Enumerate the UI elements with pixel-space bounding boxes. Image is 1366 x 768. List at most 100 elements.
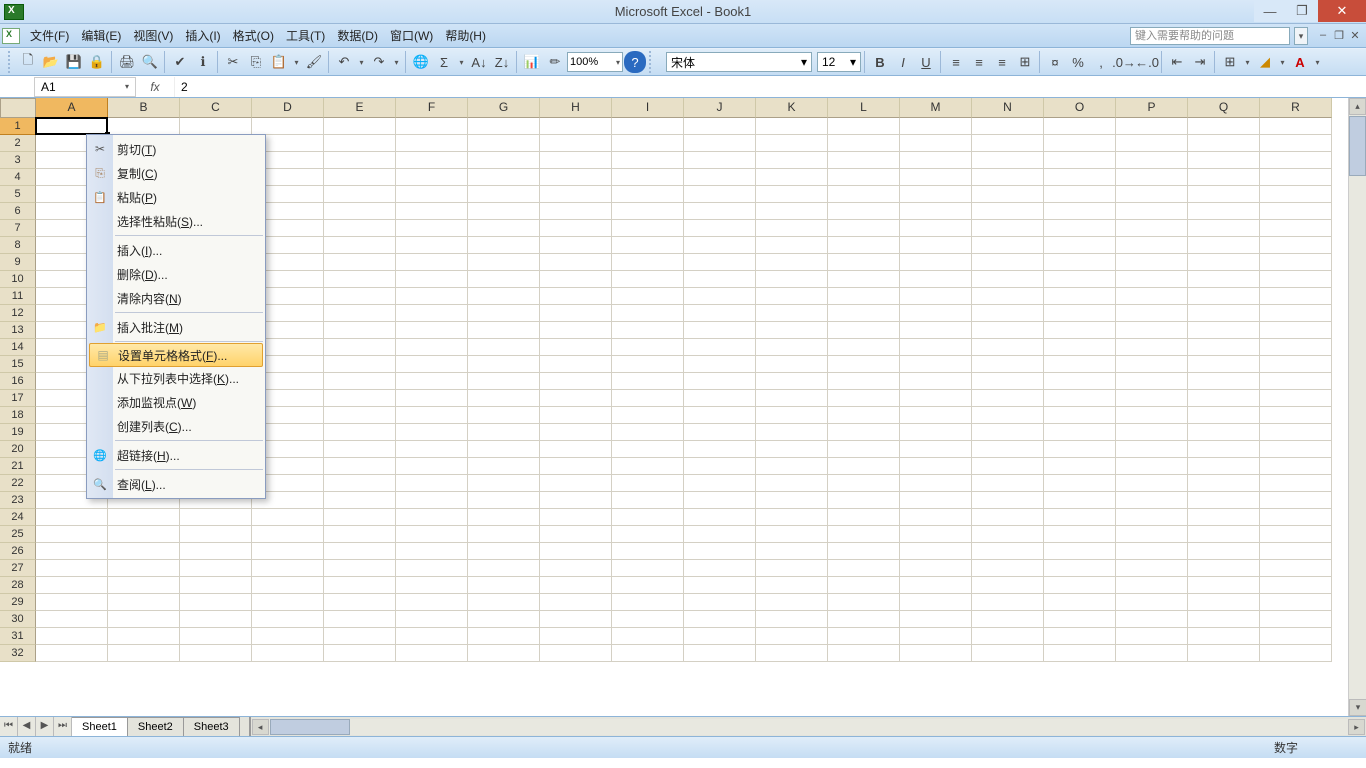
- cell[interactable]: [324, 220, 396, 237]
- cell[interactable]: [828, 628, 900, 645]
- cell[interactable]: [468, 356, 540, 373]
- cell[interactable]: [396, 543, 468, 560]
- cell[interactable]: [36, 560, 108, 577]
- sheet-nav-next[interactable]: ▶: [36, 717, 54, 736]
- cell[interactable]: [324, 186, 396, 203]
- cell[interactable]: [900, 628, 972, 645]
- row-header-25[interactable]: 25: [0, 526, 36, 543]
- cell[interactable]: [684, 305, 756, 322]
- cell[interactable]: [1044, 509, 1116, 526]
- cell[interactable]: [1116, 577, 1188, 594]
- cell[interactable]: [180, 645, 252, 662]
- cell[interactable]: [684, 577, 756, 594]
- cell[interactable]: [900, 526, 972, 543]
- cell[interactable]: [972, 169, 1044, 186]
- cell[interactable]: [900, 560, 972, 577]
- cell[interactable]: [180, 611, 252, 628]
- cell[interactable]: [1044, 203, 1116, 220]
- doc-restore-button[interactable]: ❐: [1332, 29, 1346, 43]
- row-header-28[interactable]: 28: [0, 577, 36, 594]
- cell[interactable]: [324, 305, 396, 322]
- menu-insert[interactable]: 插入(I): [179, 25, 226, 47]
- cell[interactable]: [612, 424, 684, 441]
- column-header-Q[interactable]: Q: [1188, 98, 1260, 118]
- cell[interactable]: [612, 356, 684, 373]
- cell[interactable]: [1188, 509, 1260, 526]
- cell[interactable]: [756, 441, 828, 458]
- cell[interactable]: [396, 339, 468, 356]
- cell[interactable]: [1044, 424, 1116, 441]
- cell[interactable]: [540, 577, 612, 594]
- cell[interactable]: [612, 118, 684, 135]
- hyperlink-button[interactable]: 🌐: [410, 51, 432, 73]
- cell[interactable]: [900, 611, 972, 628]
- row-header-6[interactable]: 6: [0, 203, 36, 220]
- increase-indent-button[interactable]: ⇥: [1189, 51, 1211, 73]
- cell[interactable]: [1260, 475, 1332, 492]
- cell[interactable]: [828, 339, 900, 356]
- doc-minimize-button[interactable]: –: [1316, 29, 1330, 43]
- cell[interactable]: [900, 254, 972, 271]
- cell[interactable]: [324, 271, 396, 288]
- cell[interactable]: [612, 577, 684, 594]
- cell[interactable]: [540, 441, 612, 458]
- cell[interactable]: [756, 390, 828, 407]
- help-search-dropdown[interactable]: ▾: [1294, 27, 1308, 45]
- autosum-dropdown[interactable]: ▾: [456, 58, 467, 67]
- cell[interactable]: [1260, 543, 1332, 560]
- cell[interactable]: [1188, 645, 1260, 662]
- cell[interactable]: [36, 577, 108, 594]
- cell[interactable]: [612, 441, 684, 458]
- cell[interactable]: [540, 237, 612, 254]
- cell[interactable]: [1188, 169, 1260, 186]
- cell[interactable]: [540, 203, 612, 220]
- cell[interactable]: [1044, 254, 1116, 271]
- cell[interactable]: [1044, 356, 1116, 373]
- formula-input[interactable]: 2: [174, 77, 1366, 97]
- cell[interactable]: [1188, 594, 1260, 611]
- cell[interactable]: [468, 475, 540, 492]
- cell[interactable]: [1260, 424, 1332, 441]
- font-color-button[interactable]: A: [1289, 51, 1311, 73]
- cell[interactable]: [756, 628, 828, 645]
- cell[interactable]: [324, 492, 396, 509]
- cell[interactable]: [1188, 322, 1260, 339]
- cell[interactable]: [36, 628, 108, 645]
- row-header-3[interactable]: 3: [0, 152, 36, 169]
- cell[interactable]: [540, 390, 612, 407]
- cell[interactable]: [540, 509, 612, 526]
- context-menu-item[interactable]: 插入(I)...: [87, 238, 265, 262]
- cell[interactable]: [828, 526, 900, 543]
- cell[interactable]: [252, 118, 324, 135]
- row-header-27[interactable]: 27: [0, 560, 36, 577]
- context-menu-item[interactable]: 从下拉列表中选择(K)...: [87, 366, 265, 390]
- cell[interactable]: [1044, 152, 1116, 169]
- row-header-11[interactable]: 11: [0, 288, 36, 305]
- cell[interactable]: [180, 560, 252, 577]
- cell[interactable]: [684, 135, 756, 152]
- cell[interactable]: [612, 492, 684, 509]
- new-button[interactable]: 🗋: [17, 51, 39, 73]
- row-header-26[interactable]: 26: [0, 543, 36, 560]
- cell[interactable]: [36, 526, 108, 543]
- cell[interactable]: [396, 645, 468, 662]
- cell[interactable]: [684, 492, 756, 509]
- cell[interactable]: [1044, 560, 1116, 577]
- cell[interactable]: [468, 407, 540, 424]
- fx-label[interactable]: fx: [136, 80, 174, 94]
- cell[interactable]: [828, 271, 900, 288]
- cell[interactable]: [684, 254, 756, 271]
- cell[interactable]: [108, 560, 180, 577]
- cell[interactable]: [684, 543, 756, 560]
- cell[interactable]: [1044, 577, 1116, 594]
- cell[interactable]: [1116, 645, 1188, 662]
- cell[interactable]: [540, 356, 612, 373]
- cell[interactable]: [324, 509, 396, 526]
- cell[interactable]: [1260, 169, 1332, 186]
- cell[interactable]: [1044, 135, 1116, 152]
- cell[interactable]: [1044, 339, 1116, 356]
- cell[interactable]: [972, 594, 1044, 611]
- cell[interactable]: [1188, 407, 1260, 424]
- cell[interactable]: [396, 390, 468, 407]
- cell[interactable]: [1188, 220, 1260, 237]
